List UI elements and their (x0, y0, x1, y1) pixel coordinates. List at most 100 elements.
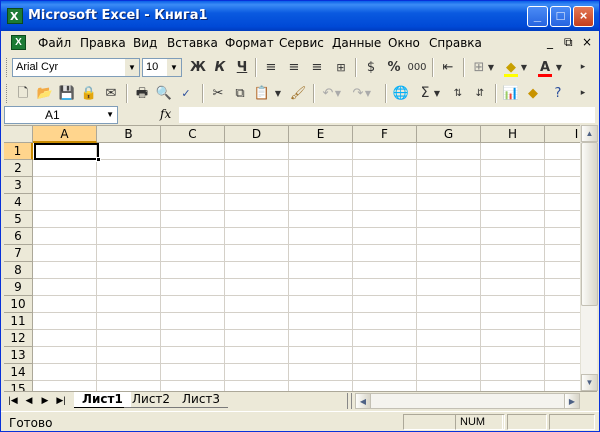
fill-handle[interactable] (96, 157, 101, 162)
font-size-select[interactable]: 10 ▼ (142, 58, 182, 77)
excel-app-icon[interactable]: X (7, 8, 23, 24)
column-header[interactable]: C (161, 126, 225, 143)
chevron-down-icon[interactable]: ▼ (106, 107, 114, 123)
chevron-down-icon[interactable]: ▼ (363, 83, 373, 104)
row-header[interactable]: 14 (4, 364, 33, 381)
column-header[interactable]: D (225, 126, 289, 143)
new-document-icon[interactable]: 🗋 (12, 83, 34, 104)
italic-button[interactable]: К (209, 57, 231, 78)
row-header[interactable]: 5 (4, 211, 33, 228)
maximize-button[interactable]: □ (550, 6, 571, 27)
menu-format[interactable]: Формат (225, 36, 274, 50)
menu-data[interactable]: Данные (332, 36, 381, 50)
chevron-down-icon[interactable]: ▼ (333, 83, 343, 104)
toolbar-options-icon[interactable]: ▸ (576, 57, 590, 78)
align-left-icon[interactable]: ≡ (260, 57, 282, 78)
doc-restore-button[interactable]: ⧉ (564, 35, 573, 50)
sheet-tab-3[interactable]: Лист3 (174, 392, 229, 408)
row-header[interactable]: 12 (4, 330, 33, 347)
row-header[interactable]: 9 (4, 279, 33, 296)
row-header[interactable]: 10 (4, 296, 33, 313)
print-icon[interactable]: 🖶 (131, 83, 153, 104)
sort-ascending-icon[interactable]: ⇅ (447, 83, 469, 104)
next-sheet-icon[interactable]: ▶ (38, 394, 52, 407)
cut-icon[interactable]: ✂ (207, 83, 229, 104)
doc-minimize-button[interactable]: _ (547, 35, 553, 49)
minimize-button[interactable]: _ (527, 6, 548, 27)
active-cell[interactable] (34, 143, 101, 162)
menu-insert[interactable]: Вставка (167, 36, 218, 50)
row-header[interactable]: 7 (4, 245, 33, 262)
toolbar-grip[interactable] (6, 84, 9, 103)
currency-icon[interactable]: $ (360, 57, 382, 78)
row-header[interactable]: 6 (4, 228, 33, 245)
menu-edit[interactable]: Правка (80, 36, 126, 50)
chevron-down-icon[interactable]: ▼ (125, 59, 139, 76)
row-header[interactable]: 8 (4, 262, 33, 279)
bold-button[interactable]: Ж (187, 57, 209, 78)
scroll-right-icon[interactable]: ▶ (564, 393, 580, 409)
name-box[interactable]: A1 ▼ (4, 106, 118, 124)
menu-view[interactable]: Вид (133, 36, 157, 50)
row-header[interactable]: 13 (4, 347, 33, 364)
align-center-icon[interactable]: ≡ (283, 57, 305, 78)
row-header[interactable]: 1 (4, 143, 33, 160)
chevron-down-icon[interactable]: ▼ (554, 57, 564, 78)
title-bar[interactable]: X Microsoft Excel - Книга1 _ □ × (1, 1, 599, 31)
help-icon[interactable]: ? (547, 83, 569, 104)
menu-window[interactable]: Окно (388, 36, 420, 50)
save-icon[interactable]: 💾 (56, 83, 78, 104)
tab-split-handle[interactable] (347, 393, 352, 409)
hyperlink-icon[interactable]: 🌐 (390, 83, 412, 104)
format-painter-icon[interactable]: 🖌 (287, 83, 309, 104)
menu-file[interactable]: Файл (38, 36, 71, 50)
copy-icon[interactable]: ⧉ (229, 83, 251, 104)
underline-button[interactable]: Ч (231, 57, 253, 78)
chevron-down-icon[interactable]: ▼ (486, 57, 496, 78)
open-folder-icon[interactable]: 📂 (34, 83, 56, 104)
column-header[interactable]: H (481, 126, 545, 143)
formula-input[interactable] (178, 106, 596, 124)
cell-area[interactable] (33, 143, 580, 391)
paste-icon[interactable]: 📋 (251, 83, 273, 104)
chart-wizard-icon[interactable]: 📊 (500, 83, 522, 104)
vertical-scroll-thumb[interactable] (581, 142, 598, 306)
spreadsheet-grid[interactable]: A B C D E F G H I 1 2 3 4 5 6 7 8 9 10 1… (4, 125, 580, 391)
last-sheet-icon[interactable]: ▶| (54, 394, 68, 407)
row-header[interactable]: 4 (4, 194, 33, 211)
column-header[interactable]: B (97, 126, 161, 143)
scroll-up-icon[interactable]: ▲ (581, 125, 598, 142)
row-header[interactable]: 15 (4, 381, 33, 391)
drawing-icon[interactable]: ◆ (522, 83, 544, 104)
percent-button[interactable]: % (383, 57, 405, 78)
print-preview-icon[interactable]: 🔍 (153, 83, 175, 104)
chevron-down-icon[interactable]: ▼ (273, 83, 283, 104)
prev-sheet-icon[interactable]: ◀ (22, 394, 36, 407)
close-button[interactable]: × (573, 6, 594, 27)
sheet-tab-2[interactable]: Лист2 (124, 392, 179, 408)
menu-help[interactable]: Справка (429, 36, 482, 50)
email-icon[interactable]: ✉ (100, 83, 122, 104)
column-header[interactable]: A (33, 126, 97, 143)
function-icon[interactable]: fx (160, 107, 171, 121)
row-header[interactable]: 11 (4, 313, 33, 330)
sheet-tab-1[interactable]: Лист1 (74, 392, 131, 408)
horizontal-scrollbar[interactable]: ◀ ▶ (355, 393, 580, 409)
menu-tools[interactable]: Сервис (279, 36, 324, 50)
sort-descending-icon[interactable]: ⇵ (469, 83, 491, 104)
spelling-icon[interactable]: ✓ (175, 83, 197, 104)
chevron-down-icon[interactable]: ▼ (519, 57, 529, 78)
scroll-left-icon[interactable]: ◀ (355, 393, 371, 409)
toolbar-options-icon[interactable]: ▸ (576, 83, 590, 104)
decrease-indent-icon[interactable]: ⇤ (437, 57, 459, 78)
column-header[interactable]: G (417, 126, 481, 143)
align-right-icon[interactable]: ≡ (306, 57, 328, 78)
thousands-button[interactable]: 000 (406, 57, 428, 78)
font-name-select[interactable]: Arial Cyr ▼ (12, 58, 140, 77)
doc-close-button[interactable]: × (582, 35, 592, 49)
select-all-corner[interactable] (4, 126, 33, 143)
column-header[interactable]: E (289, 126, 353, 143)
document-icon[interactable]: X (11, 35, 26, 50)
row-header[interactable]: 2 (4, 160, 33, 177)
chevron-down-icon[interactable]: ▼ (432, 83, 442, 104)
